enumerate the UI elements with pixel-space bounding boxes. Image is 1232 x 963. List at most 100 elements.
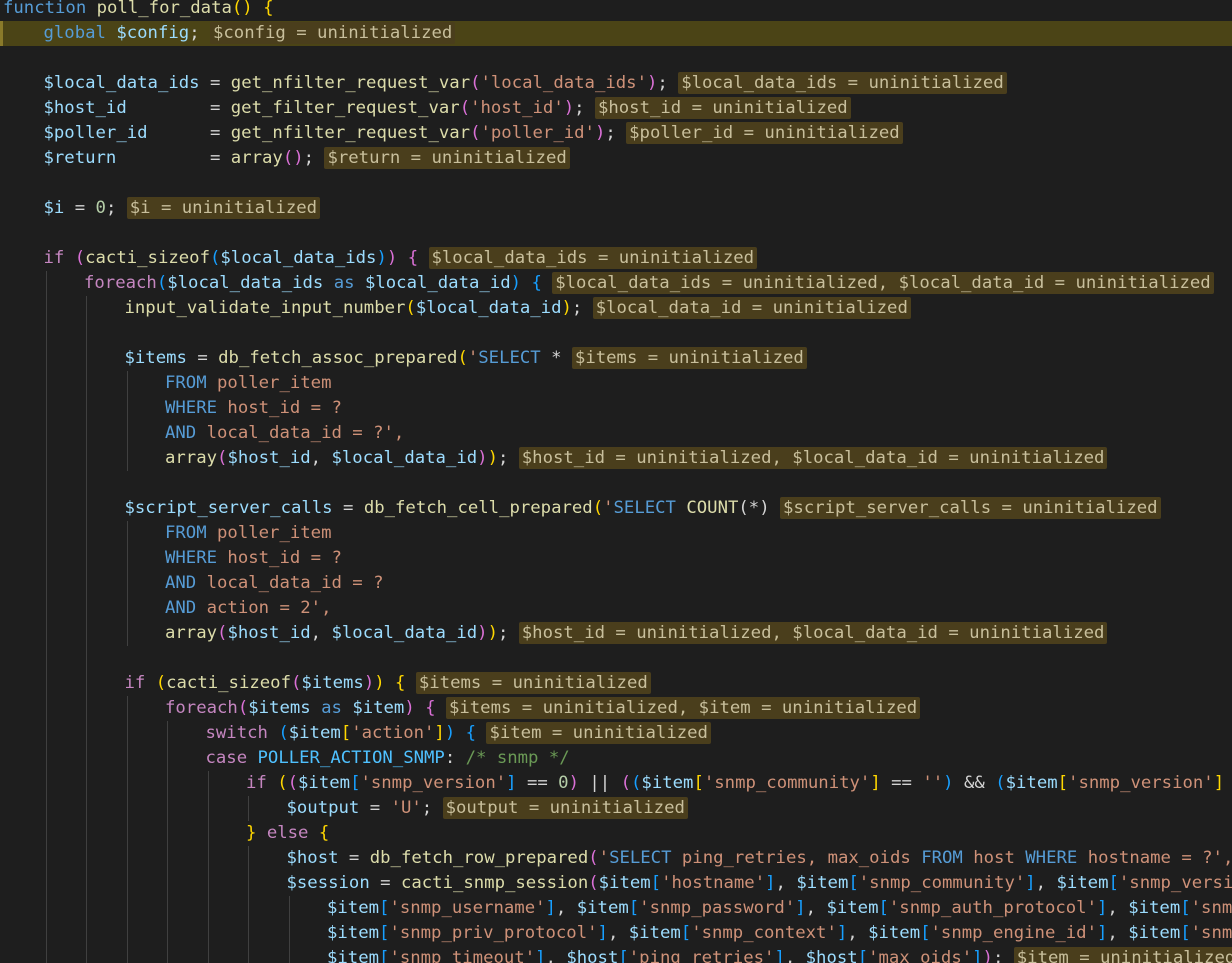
code-token: ( [277,773,288,793]
code-token: ; [497,623,519,643]
code-line[interactable] [0,321,1232,346]
code-text: if (($item['snmp_version'] == 0) || (($i… [246,771,1232,796]
code-token: $local_data_ids [167,273,324,293]
code-token: poller_item [206,373,332,393]
indent-guide [86,621,87,646]
code-line[interactable]: function poll_for_data() { [0,0,1232,21]
code-token: ] [774,948,785,963]
code-line[interactable]: $poller_id = get_nfilter_request_var('po… [0,121,1232,146]
code-token: ; [497,448,519,468]
code-token: , [607,923,629,943]
code-token: == [880,773,923,793]
code-line[interactable]: AND local_data_id = ? [0,571,1232,596]
code-token: function [3,0,87,18]
code-token: ) [561,298,572,318]
code-line[interactable]: WHERE host_id = ? [0,546,1232,571]
code-token: $script_server_calls [124,498,333,518]
code-line[interactable]: case POLLER_ACTION_SNMP: /* snmp */ [0,746,1232,771]
code-token: $item [327,898,380,918]
code-line[interactable] [0,46,1232,71]
code-token: ( [155,673,167,693]
code-line[interactable]: $host = db_fetch_row_prepared('SELECT pi… [0,846,1232,871]
code-line[interactable]: $items = db_fetch_assoc_prepared('SELECT… [0,346,1232,371]
code-line[interactable]: $host_id = get_filter_request_var('host_… [0,96,1232,121]
code-line[interactable]: FROM poller_item [0,371,1232,396]
code-token: else [266,823,309,843]
code-line[interactable]: if (cacti_sizeof($items)) { $items = uni… [0,671,1232,696]
code-line[interactable]: if (cacti_sizeof($local_data_ids)) { $lo… [0,246,1232,271]
code-line[interactable]: array($host_id, $local_data_id)); $host_… [0,446,1232,471]
code-line[interactable] [0,171,1232,196]
code-line[interactable] [0,221,1232,246]
code-token: [ [857,948,869,963]
code-line[interactable]: AND local_data_id = ?', [0,421,1232,446]
code-line-current[interactable]: global $config; $config = uninitialized [0,21,1232,46]
code-line[interactable]: $i = 0; $i = uninitialized [0,196,1232,221]
code-token: = [332,498,364,518]
indent-guide [86,646,87,671]
code-line[interactable] [0,646,1232,671]
indent-guide [45,796,47,821]
code-line[interactable]: $local_data_ids = get_nfilter_request_va… [0,71,1232,96]
code-token: ; [421,798,443,818]
indent-guide [207,946,209,963]
code-token: , [805,898,827,918]
code-text: } else { [246,821,329,846]
code-token: get_filter_request_var [230,98,460,118]
code-line[interactable]: } else { [0,821,1232,846]
code-line[interactable]: WHERE host_id = ? [0,396,1232,421]
indent-guide [126,771,128,796]
code-text: AND local_data_id = ?', [165,421,404,446]
code-line[interactable]: AND action = 2', [0,596,1232,621]
code-token: ( [457,348,468,368]
code-token: ' [467,348,479,368]
inlay-hint: $return = uninitialized [324,147,570,169]
code-token: switch [205,723,268,743]
indent-guide [45,946,47,963]
code-editor[interactable]: function poll_for_data() {global $config… [0,0,1232,963]
code-line[interactable]: foreach($local_data_ids as $local_data_i… [0,271,1232,296]
code-line[interactable]: $item['snmp_priv_protocol'], $item['snmp… [0,921,1232,946]
indent-guide [86,746,87,771]
code-line[interactable]: $item['snmp_username'], $item['snmp_pass… [0,896,1232,921]
code-token: cacti_sizeof [85,248,210,268]
code-token: $item [327,923,380,943]
code-text: array($host_id, $local_data_id)); $host_… [165,446,1108,471]
code-line[interactable]: $return = array(); $return = uninitializ… [0,146,1232,171]
indent-guide [86,471,87,496]
code-token: ) [943,773,954,793]
code-token: FROM [165,523,207,543]
code-token: = [147,123,231,143]
code-token: = [369,873,401,893]
code-line[interactable]: input_validate_input_number($local_data_… [0,296,1232,321]
indent-guide [126,821,128,846]
code-line[interactable]: $output = 'U'; $output = uninitialized [0,796,1232,821]
code-line[interactable]: array($host_id, $local_data_id)); $host_… [0,621,1232,646]
code-token: $items [124,348,187,368]
indent-guide [167,871,168,896]
code-token: ; [657,73,679,93]
code-line[interactable] [0,471,1232,496]
indent-guide [248,871,249,896]
code-token: { [465,723,477,743]
code-token: 'poller_id' [480,123,595,143]
code-line[interactable]: $script_server_calls = db_fetch_cell_pre… [0,496,1232,521]
code-text: $script_server_calls = db_fetch_cell_pre… [125,496,1161,521]
code-line[interactable]: foreach($items as $item) { $items = unin… [0,696,1232,721]
code-line[interactable]: if (($item['snmp_version'] == 0) || (($i… [0,771,1232,796]
indent-guide [126,721,128,746]
code-text: case POLLER_ACTION_SNMP: /* snmp */ [206,746,570,771]
code-token: ) [487,623,498,643]
code-line[interactable]: FROM poller_item [0,521,1232,546]
indent-guide [45,496,47,521]
indent-guide [45,621,47,646]
code-token: $items [301,673,364,693]
code-line[interactable]: $session = cacti_snmp_session($item['hos… [0,871,1232,896]
code-line[interactable]: switch ($item['action']) { $item = unini… [0,721,1232,746]
code-line[interactable]: $item['snmp_timeout'], $host['ping_retri… [0,946,1232,963]
code-token: ] [506,773,517,793]
